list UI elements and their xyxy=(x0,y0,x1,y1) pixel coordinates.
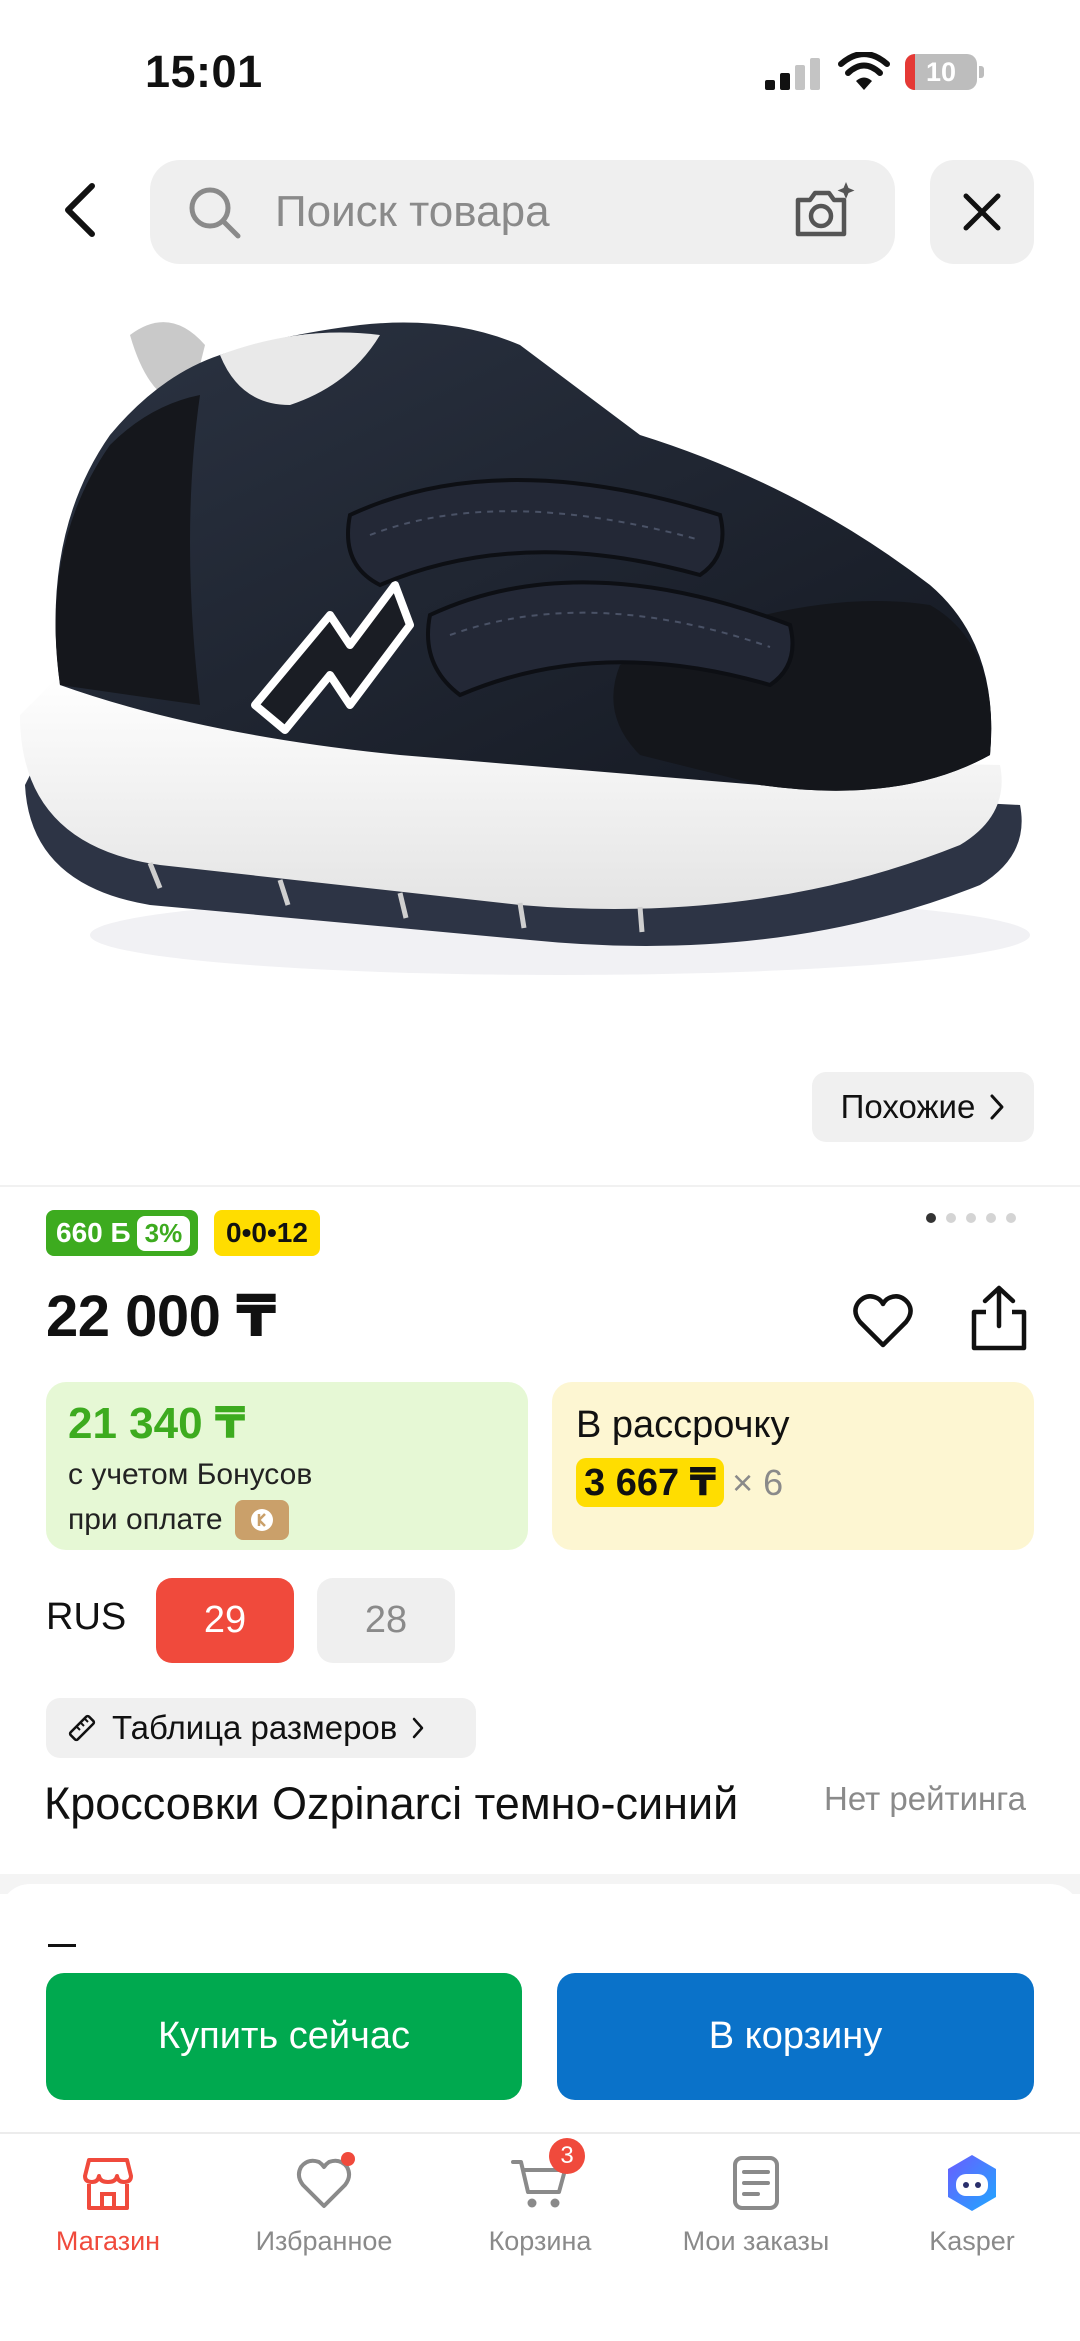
pagination-dot xyxy=(966,1213,976,1223)
pagination-dot xyxy=(926,1213,936,1223)
kaspi-logo-icon xyxy=(234,1500,289,1540)
similar-products-label: Похожие xyxy=(840,1088,976,1125)
next-section-card xyxy=(0,1884,1080,1924)
nav-label-kasper: Kasper xyxy=(929,2226,1015,2256)
size-option-29[interactable]: 29 xyxy=(156,1578,294,1663)
nav-label-cart: Корзина xyxy=(488,2226,592,2256)
chevron-right-icon xyxy=(413,1717,424,1739)
status-bar: 15:01 10 xyxy=(0,0,1080,150)
gallery-pagination xyxy=(926,1213,1016,1223)
camera-search-icon[interactable] xyxy=(790,178,856,244)
pagination-dot xyxy=(946,1213,956,1223)
search-input[interactable] xyxy=(275,160,755,264)
nav-item-favorites[interactable]: Избранное xyxy=(216,2152,432,2282)
installment-amount: 3 667 ₸ xyxy=(576,1458,725,1507)
chevron-right-icon xyxy=(990,1094,1004,1120)
cellular-signal-icon xyxy=(765,58,820,90)
back-button[interactable] xyxy=(45,165,115,255)
shop-icon xyxy=(83,2158,133,2210)
dash-marker xyxy=(48,1944,76,1947)
size-table-label: Таблица размеров xyxy=(112,1709,398,1746)
pagination-dot xyxy=(986,1213,996,1223)
installment-badge: 0•0•12 xyxy=(214,1210,320,1256)
heart-icon xyxy=(293,2152,355,2214)
product-title: Кроссовки Ozpinarci темно-синий xyxy=(44,1778,739,1829)
installment-title: В рассрочку xyxy=(576,1404,790,1446)
bonus-percent: 3% xyxy=(136,1215,191,1251)
bonus-caption: с учетом Бонусов xyxy=(68,1458,313,1491)
bonus-price-card[interactable]: 21 340 ₸ с учетом Бонусов при оплате xyxy=(46,1382,528,1550)
heart-icon[interactable] xyxy=(850,1288,916,1354)
nav-item-orders[interactable]: Мои заказы xyxy=(648,2152,864,2282)
orders-icon xyxy=(733,2156,779,2210)
add-to-cart-button[interactable]: В корзину xyxy=(557,1973,1034,2100)
ruler-icon xyxy=(68,1714,96,1742)
share-icon[interactable] xyxy=(966,1282,1032,1354)
favorites-indicator-dot xyxy=(341,2152,355,2166)
similar-products-button[interactable]: Похожие xyxy=(812,1072,1034,1142)
pagination-dot xyxy=(1006,1213,1016,1223)
rating-text[interactable]: Нет рейтинга xyxy=(824,1780,1026,1818)
nav-item-cart[interactable]: 3 Корзина xyxy=(432,2138,648,2282)
search-bar[interactable] xyxy=(150,160,895,264)
close-button[interactable] xyxy=(930,160,1034,264)
size-option-28[interactable]: 28 xyxy=(317,1578,455,1663)
product-price: 22 000 ₸ xyxy=(46,1284,276,1349)
installment-card[interactable]: В рассрочку 3 667 ₸ × 6 xyxy=(552,1382,1034,1550)
cart-icon: 3 xyxy=(509,2138,585,2214)
chevron-left-icon xyxy=(65,183,95,237)
nav-item-shop[interactable]: Магазин xyxy=(0,2152,216,2282)
kasper-icon xyxy=(948,2155,996,2211)
size-system-label: RUS xyxy=(46,1596,127,1638)
bonus-amount: 660 Б xyxy=(56,1217,131,1248)
product-image[interactable] xyxy=(0,285,1080,1020)
close-icon xyxy=(963,193,1001,231)
search-icon xyxy=(189,187,241,239)
bonus-price: 21 340 ₸ xyxy=(68,1399,246,1448)
installment-months: × 6 xyxy=(732,1461,784,1503)
battery-indicator: 10 xyxy=(905,54,985,90)
bottom-navigation: Магазин Избранное 3 Корзина Мои заказы K… xyxy=(0,2132,1080,2341)
nav-label-shop: Магазин xyxy=(55,2226,161,2256)
divider xyxy=(0,1185,1080,1187)
size-table-button[interactable]: Таблица размеров xyxy=(46,1698,476,1758)
bonus-badge: 660 Б 3% xyxy=(46,1210,199,1256)
battery-level-text: 10 xyxy=(925,57,957,87)
buy-now-button[interactable]: Купить сейчас xyxy=(46,1973,522,2100)
cart-count-badge: 3 xyxy=(549,2138,585,2174)
bonus-caption-payment: при оплате xyxy=(68,1503,223,1536)
wifi-icon xyxy=(838,52,890,90)
status-time: 15:01 xyxy=(145,46,263,97)
nav-label-orders: Мои заказы xyxy=(682,2226,830,2256)
nav-item-kasper[interactable]: Kasper xyxy=(864,2152,1080,2282)
nav-label-favorites: Избранное xyxy=(255,2226,393,2256)
